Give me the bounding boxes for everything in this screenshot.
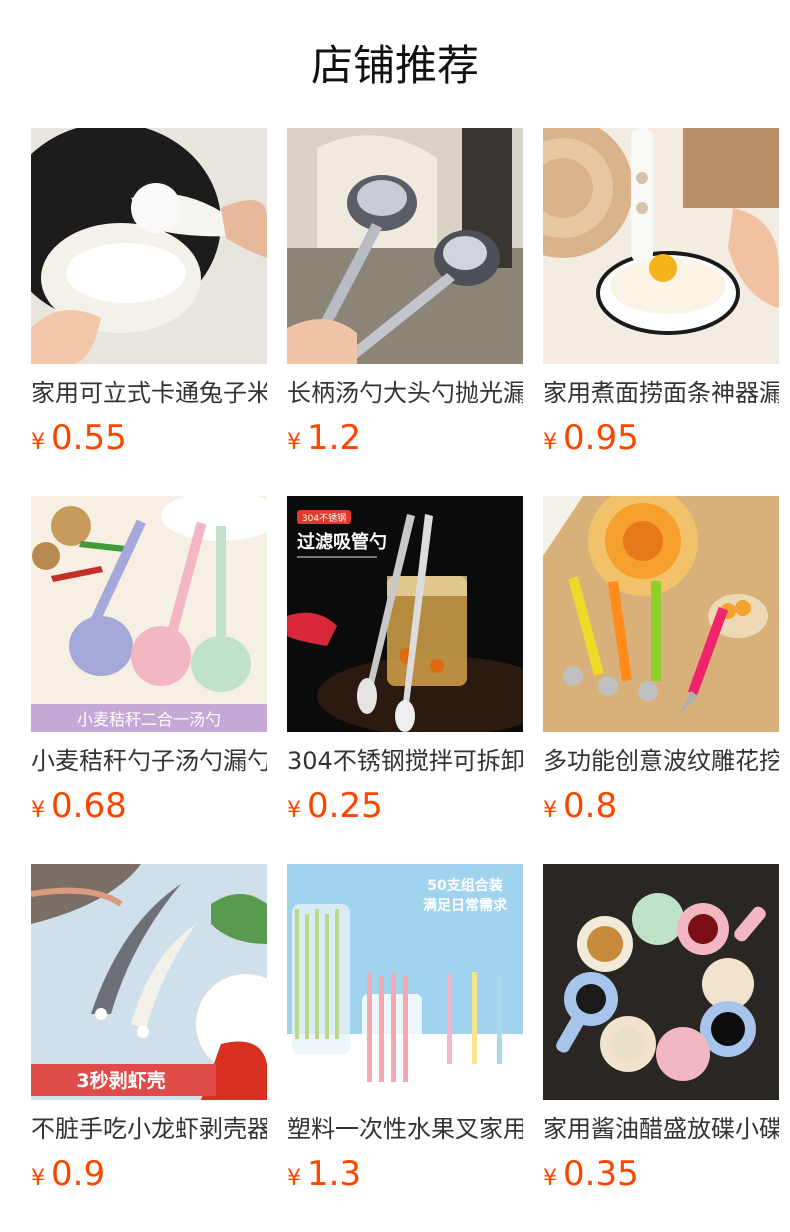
product-price: ¥0.25 — [287, 784, 523, 828]
currency-symbol: ¥ — [287, 798, 301, 823]
currency-symbol: ¥ — [543, 430, 557, 455]
price-value: 0.35 — [563, 1154, 639, 1194]
melon-baller-image — [543, 496, 779, 732]
product-name[interactable]: 不脏手吃小龙虾剥壳器 — [31, 1112, 267, 1146]
product-price: ¥0.9 — [31, 1152, 267, 1196]
shrimp-peeler-image: 3秒剥虾壳 — [31, 864, 267, 1100]
product-name[interactable]: 多功能创意波纹雕花挖球器 — [543, 744, 779, 778]
overlay-tag-text: 304不锈钢 — [302, 512, 346, 524]
product-card[interactable]: 家用可立式卡通兔子米饭勺 ¥0.55 — [31, 128, 267, 496]
product-price: ¥1.2 — [287, 416, 523, 460]
currency-symbol: ¥ — [287, 430, 301, 455]
product-price: ¥0.68 — [31, 784, 267, 828]
long-handle-ladle-image — [287, 128, 523, 364]
product-price: ¥0.95 — [543, 416, 779, 460]
product-card[interactable]: 3秒剥虾壳 不脏手吃小龙虾剥壳器 ¥0.9 — [31, 864, 267, 1232]
price-value: 0.95 — [563, 418, 639, 458]
product-card[interactable]: 长柄汤勺大头勺抛光漏勺 ¥1.2 — [287, 128, 523, 496]
rice-paddle-rabbit-image — [31, 128, 267, 364]
product-price: ¥0.55 — [31, 416, 267, 460]
noodle-scoop-image — [543, 128, 779, 364]
product-name[interactable]: 小麦秸秆勺子汤勺漏勺 — [31, 744, 267, 778]
product-card[interactable]: 家用酱油醋盛放碟小碟子 ¥0.35 — [543, 864, 779, 1232]
overlay-text: 50支组合装 — [427, 877, 503, 894]
overlay-text: 3秒剥虾壳 — [76, 1069, 165, 1092]
product-name[interactable]: 塑料一次性水果叉家用 — [287, 1112, 523, 1146]
product-name[interactable]: 家用煮面捞面条神器漏勺 — [543, 376, 779, 410]
price-value: 1.3 — [307, 1154, 362, 1194]
price-value: 0.9 — [51, 1154, 106, 1194]
currency-symbol: ¥ — [543, 798, 557, 823]
currency-symbol: ¥ — [543, 1166, 557, 1191]
product-grid: 家用可立式卡通兔子米饭勺 ¥0.55 — [31, 128, 779, 1232]
product-name[interactable]: 304不锈钢搅拌可拆卸吸管勺 — [287, 744, 523, 778]
price-value: 0.55 — [51, 418, 127, 458]
price-value: 0.8 — [563, 786, 618, 826]
currency-symbol: ¥ — [31, 1166, 45, 1191]
steel-straw-spoon-image: 304不锈钢 过滤吸管勺 — [287, 496, 523, 732]
fruit-fork-image: 50支组合装 满足日常需求 — [287, 864, 523, 1100]
product-card[interactable]: 304不锈钢 过滤吸管勺 304不锈钢搅拌可拆卸吸管勺 ¥0.2 — [287, 496, 523, 864]
currency-symbol: ¥ — [31, 430, 45, 455]
section-title: 店铺推荐 — [310, 41, 479, 90]
sauce-dish-image — [543, 864, 779, 1100]
overlay-text: 小麦秸秆二合一汤勺 — [77, 710, 221, 729]
product-price: ¥0.8 — [543, 784, 779, 828]
wheat-straw-ladle-image: 小麦秸秆二合一汤勺 — [31, 496, 267, 732]
product-price: ¥1.3 — [287, 1152, 523, 1196]
product-card[interactable]: 50支组合装 满足日常需求 塑料一次性水果叉家用 ¥ 1.3 — [287, 864, 523, 1232]
product-card[interactable]: 小麦秸秆二合一汤勺 小麦秸秆勺子汤勺漏勺 ¥0.68 — [31, 496, 267, 864]
overlay-text: 过滤吸管勺 — [297, 531, 387, 553]
product-name[interactable]: 长柄汤勺大头勺抛光漏勺 — [287, 376, 523, 410]
price-value: 0.68 — [51, 786, 127, 826]
overlay-text-2: 满足日常需求 — [423, 897, 508, 914]
currency-symbol: ¥ — [31, 798, 45, 823]
store-recommend-page: 店铺推荐 家用可立式卡通兔子米饭勺 ¥0.55 — [0, 0, 790, 1232]
price-value: 0.25 — [307, 786, 383, 826]
product-card[interactable]: 家用煮面捞面条神器漏勺 ¥0.95 — [543, 128, 779, 496]
product-price: ¥0.35 — [543, 1152, 779, 1196]
product-card[interactable]: 多功能创意波纹雕花挖球器 ¥0.8 — [543, 496, 779, 864]
product-name[interactable]: 家用可立式卡通兔子米饭勺 — [31, 376, 267, 410]
currency-symbol: ¥ — [287, 1166, 301, 1191]
product-name[interactable]: 家用酱油醋盛放碟小碟子 — [543, 1112, 779, 1146]
price-value: 1.2 — [307, 418, 362, 458]
